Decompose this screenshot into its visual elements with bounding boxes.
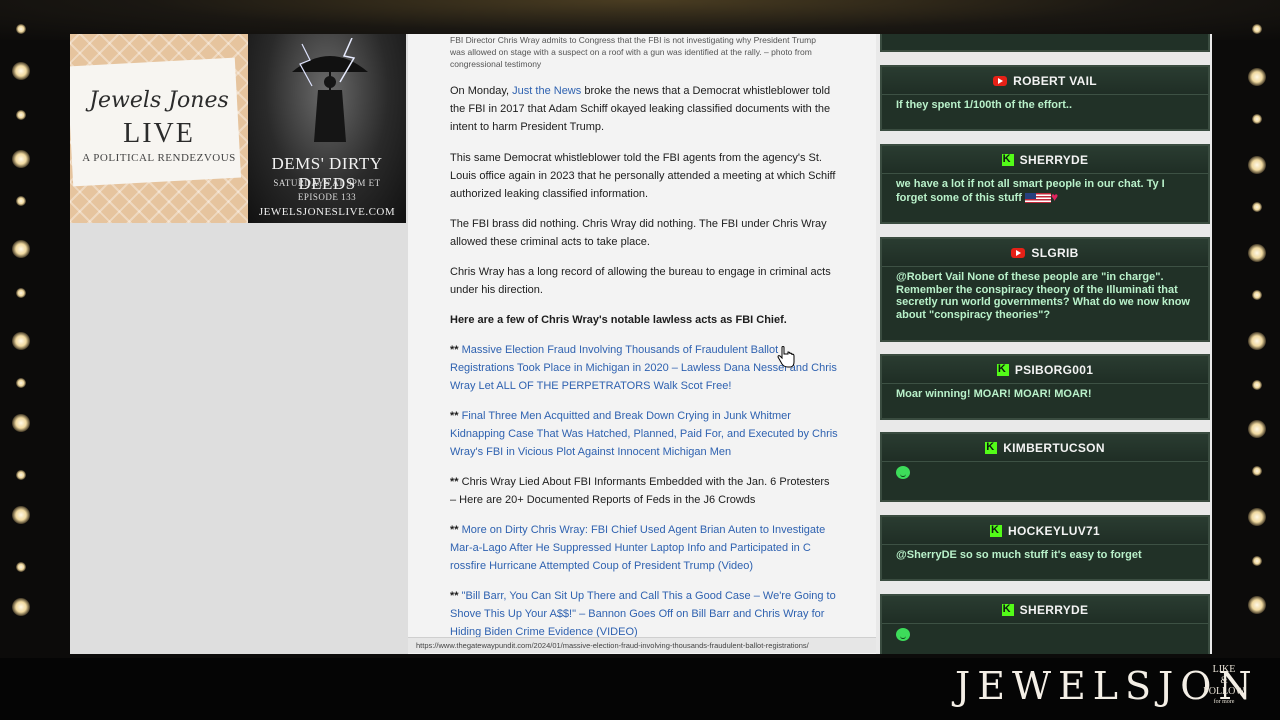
chat-username: SLGRIB <box>1031 245 1079 260</box>
whitmer-case-link[interactable]: Final Three Men Acquitted and Break Down… <box>450 410 838 458</box>
chat-text: Moar winning! MOAR! MOAR! MOAR! <box>896 388 1092 400</box>
show-live-label: LIVE <box>123 118 195 149</box>
dirty-chris-wray-link[interactable]: More on Dirty Chris Wray: FBI Chief Used… <box>450 524 825 572</box>
bulb-icon <box>1248 508 1266 526</box>
youtube-icon <box>1011 247 1026 258</box>
article-paragraph: The FBI brass did nothing. Chris Wray di… <box>450 218 827 248</box>
episode-title: DEMS' DIRTY DEEDS <box>271 154 383 193</box>
episode-number: EPISODE 133 <box>297 192 357 202</box>
chat-text: we have a lot if not all smart people in… <box>896 178 1165 204</box>
bulb-icon <box>1252 114 1262 124</box>
chat-message: SLGRIB @Robert Vail None of these people… <box>880 237 1210 342</box>
photo-caption: FBI Director Chris Wray admits to Congre… <box>450 35 816 69</box>
kick-icon <box>1001 153 1014 166</box>
chat-text: @Robert Vail None of these people are "i… <box>896 271 1190 321</box>
chat-text <box>882 624 1208 645</box>
bulb-icon <box>1252 202 1262 212</box>
kick-icon <box>990 524 1002 537</box>
chat-message-header: HOCKEYLUV71 <box>882 517 1208 545</box>
marquee-lights-left <box>0 0 44 660</box>
chat-message: ROBERT VAIL If they spent 1/100th of the… <box>880 65 1210 131</box>
chat-message: SHERRYDE <box>880 594 1210 654</box>
chat-message: SHERRYDE we have a lot if not all smart … <box>880 144 1210 224</box>
live-chat-panel: ROBERT VAIL If they spent 1/100th of the… <box>876 34 1212 654</box>
youtube-icon <box>993 75 1008 86</box>
show-logo: Jewels Jones <box>89 88 229 113</box>
kick-icon <box>985 441 998 454</box>
chat-username: SHERRYDE <box>1019 602 1089 617</box>
chat-message-header: SLGRIB <box>882 239 1208 267</box>
chat-message: HOCKEYLUV71 @SherryDE so so much stuff i… <box>880 515 1210 581</box>
show-banner: Jewels Jones LIVE A POLITICAL RENDEZVOUS… <box>70 34 406 223</box>
bulb-icon <box>16 562 26 572</box>
bannon-barr-link[interactable]: "Bill Barr, You Can Sit Up There and Cal… <box>450 590 836 638</box>
like-follow-badge: LIKE & FOLLOW for more <box>1203 664 1245 705</box>
bulb-icon <box>16 378 26 388</box>
bulb-icon <box>16 110 26 120</box>
bulb-icon <box>1252 380 1262 390</box>
bulb-icon <box>12 332 30 350</box>
kick-icon <box>1001 603 1014 616</box>
bulb-icon <box>12 414 30 432</box>
list-item: ** "Bill Barr, You Can Sit Up There and … <box>450 590 836 638</box>
bulb-icon <box>1248 332 1266 350</box>
chat-username: SHERRYDE <box>1019 152 1089 167</box>
umbrella-figure-icon <box>292 38 368 142</box>
bulb-icon <box>1252 556 1262 566</box>
bulb-icon <box>1248 156 1266 174</box>
bulb-icon <box>12 62 30 80</box>
list-heading: Here are a few of Chris Wray's notable l… <box>450 314 787 326</box>
bulb-icon <box>12 506 30 524</box>
link-status-bar: https://www.thegatewaypundit.com/2024/01… <box>408 637 876 653</box>
bulb-icon <box>1248 420 1266 438</box>
marquee-lights-right <box>1236 0 1280 660</box>
bulb-icon <box>16 196 26 206</box>
chat-message-header: PSIBORG001 <box>882 356 1208 384</box>
bulb-icon <box>1252 24 1262 34</box>
heart-icon: ♥ <box>1050 189 1059 204</box>
chat-username: PSIBORG001 <box>1014 362 1094 377</box>
bulb-icon <box>12 240 30 258</box>
bulb-icon <box>1248 596 1266 614</box>
list-item: ** Chris Wray Lied About FBI Informants … <box>450 476 830 506</box>
bulb-icon <box>1252 290 1262 300</box>
chat-text <box>882 462 1208 483</box>
bulb-icon <box>16 288 26 298</box>
emote-icon <box>896 628 910 641</box>
chat-message <box>880 34 1210 52</box>
shared-screen: Jewels Jones LIVE A POLITICAL RENDEZVOUS… <box>70 34 1212 654</box>
bulb-icon <box>1248 68 1266 86</box>
list-item: ** Final Three Men Acquitted and Break D… <box>450 410 838 458</box>
bulb-icon <box>1252 466 1262 476</box>
bulb-icon <box>12 598 30 616</box>
just-the-news-link[interactable]: Just the News <box>512 85 581 97</box>
bulb-icon <box>12 150 30 168</box>
list-item: ** More on Dirty Chris Wray: FBI Chief U… <box>450 524 826 572</box>
chat-text: If they spent 1/100th of the effort.. <box>896 99 1073 111</box>
chat-username: ROBERT VAIL <box>1013 73 1097 88</box>
chat-message: KIMBERTUCSON <box>880 432 1210 502</box>
bulb-icon <box>16 24 26 34</box>
article-paragraph: On Monday, Just the News broke the news … <box>450 85 831 133</box>
bulb-icon <box>16 470 26 480</box>
chat-username: HOCKEYLUV71 <box>1008 523 1100 538</box>
chat-message-header: SHERRYDE <box>882 596 1208 624</box>
bulb-icon <box>1248 244 1266 262</box>
article-paragraph: Chris Wray has a long record of allowing… <box>450 266 831 296</box>
chat-username: KIMBERTUCSON <box>1003 440 1105 455</box>
show-tagline: A POLITICAL RENDEZVOUS <box>82 152 236 164</box>
article-paragraph: This same Democrat whistleblower told th… <box>450 152 836 200</box>
article-page: FBI Director Chris Wray admits to Congre… <box>408 34 876 654</box>
emote-icon <box>896 466 910 479</box>
chat-message-header: ROBERT VAIL <box>882 67 1208 95</box>
chat-text: @SherryDE so so much stuff it's easy to … <box>896 549 1142 561</box>
hand-cursor-icon <box>777 346 795 368</box>
episode-schedule: SATURDAYS AT 3PM ET <box>273 178 381 188</box>
us-flag-icon <box>1024 192 1051 203</box>
chat-message-header: SHERRYDE <box>882 146 1208 174</box>
show-website: JEWELSJONESLIVE.COM <box>258 206 396 218</box>
kick-icon <box>996 363 1009 376</box>
chat-message: PSIBORG001 Moar winning! MOAR! MOAR! MOA… <box>880 354 1210 420</box>
chat-message-header: KIMBERTUCSON <box>882 434 1208 462</box>
